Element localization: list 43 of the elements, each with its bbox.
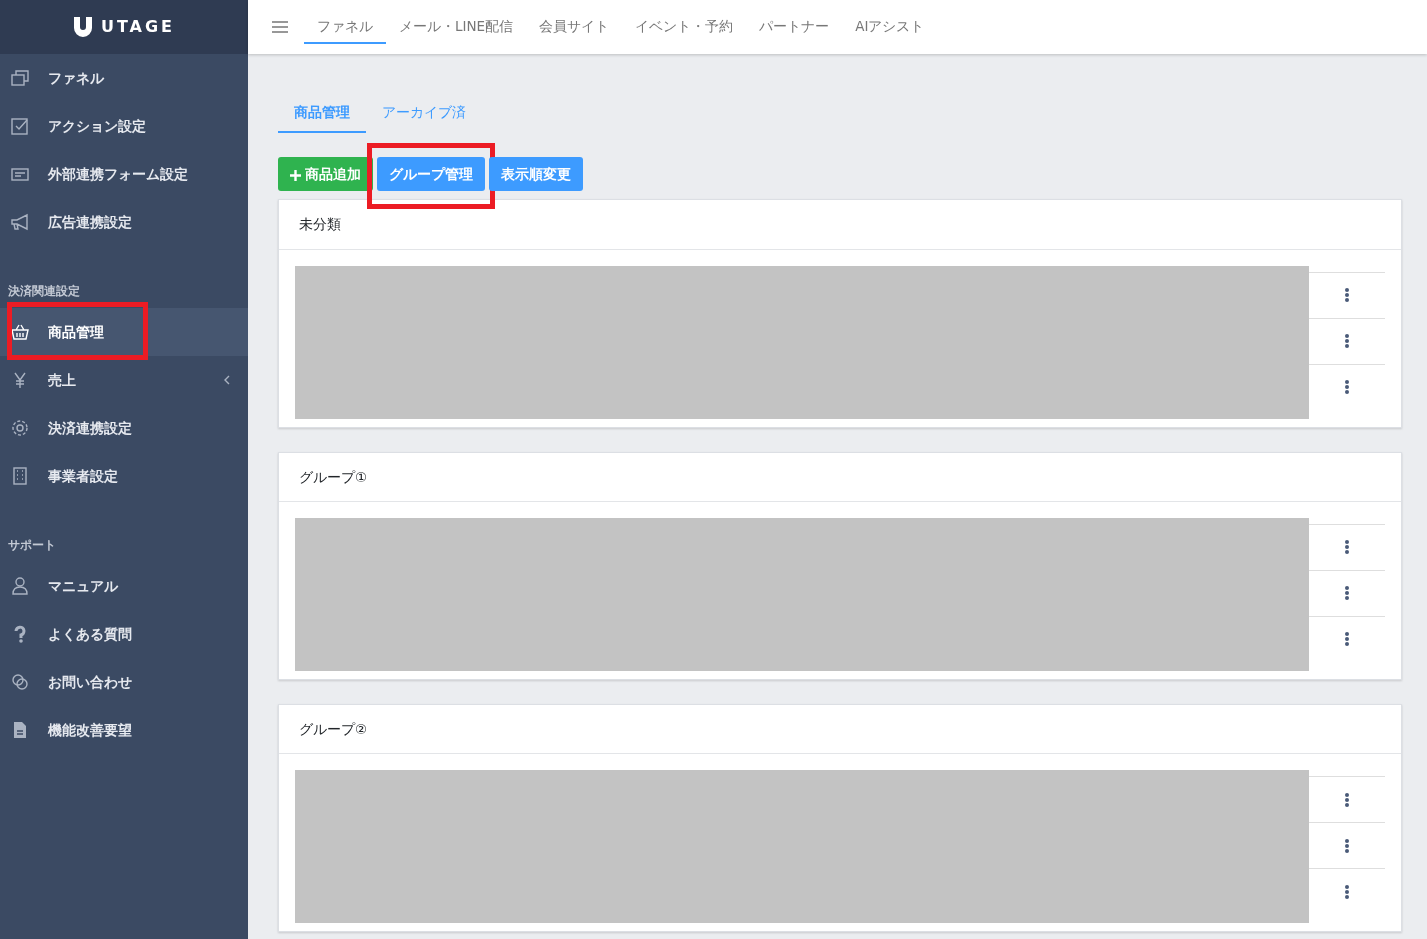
kebab-menu-icon[interactable] <box>1344 379 1350 395</box>
nav-tab[interactable]: イベント・予約 <box>622 9 747 45</box>
group-title: グループ② <box>279 704 1401 754</box>
stack-windows-icon <box>10 68 30 88</box>
group-title: グループ① <box>279 452 1401 502</box>
nav-tab[interactable]: AIアシスト <box>842 9 938 45</box>
nav-tab[interactable]: パートナー <box>746 9 843 45</box>
sidebar-item[interactable]: 広告連携設定 <box>0 198 248 246</box>
chat-bubbles-icon <box>10 672 30 692</box>
nav-tab[interactable]: ファネル <box>304 9 386 45</box>
kebab-menu-icon[interactable] <box>1344 883 1350 900</box>
sidebar-item[interactable]: 売上 <box>0 356 248 404</box>
kebab-menu-icon[interactable] <box>1344 631 1350 648</box>
gear-icon <box>10 418 30 438</box>
building-icon <box>10 466 30 486</box>
sidebar-item[interactable]: ファネル <box>0 54 248 102</box>
sidebar-item[interactable]: アクション設定 <box>0 102 248 150</box>
menu-icon[interactable] <box>272 20 288 34</box>
person-icon <box>10 576 30 596</box>
sidebar-item[interactable]: 外部連携フォーム設定 <box>0 150 248 198</box>
nav-tab[interactable]: メール・LINE配信 <box>386 9 527 45</box>
megaphone-icon <box>10 212 30 232</box>
sidebar-item[interactable]: 商品管理 <box>0 308 248 356</box>
sidebar-item[interactable]: 決済連携設定 <box>0 404 248 452</box>
logo-icon <box>72 16 93 38</box>
sidebar-item[interactable]: 機能改善要望 <box>0 706 248 754</box>
kebab-menu-icon[interactable] <box>1344 837 1350 854</box>
kebab-menu-icon[interactable] <box>1344 333 1350 349</box>
kebab-menu-icon[interactable] <box>1344 585 1350 602</box>
sidebar-item[interactable]: 事業者設定 <box>0 452 248 500</box>
sidebar-item[interactable]: マニュアル <box>0 562 248 610</box>
logo-text: UTAGE <box>100 16 176 38</box>
sidebar-item[interactable]: よくある質問 <box>0 610 248 658</box>
sidebar-item[interactable]: お問い合わせ <box>0 658 248 706</box>
kebab-menu-icon[interactable] <box>1344 791 1350 808</box>
kebab-menu-icon[interactable] <box>1344 287 1350 303</box>
kebab-menu-icon[interactable] <box>1344 539 1350 556</box>
sidebar-section-heading: サポート <box>7 537 57 554</box>
basket-icon <box>10 322 30 342</box>
group-title: 未分類 <box>279 200 1401 250</box>
sidebar-section-heading: 決済関連設定 <box>7 283 81 300</box>
nav-tab[interactable]: 会員サイト <box>526 9 623 45</box>
checkbox-icon <box>10 116 30 136</box>
